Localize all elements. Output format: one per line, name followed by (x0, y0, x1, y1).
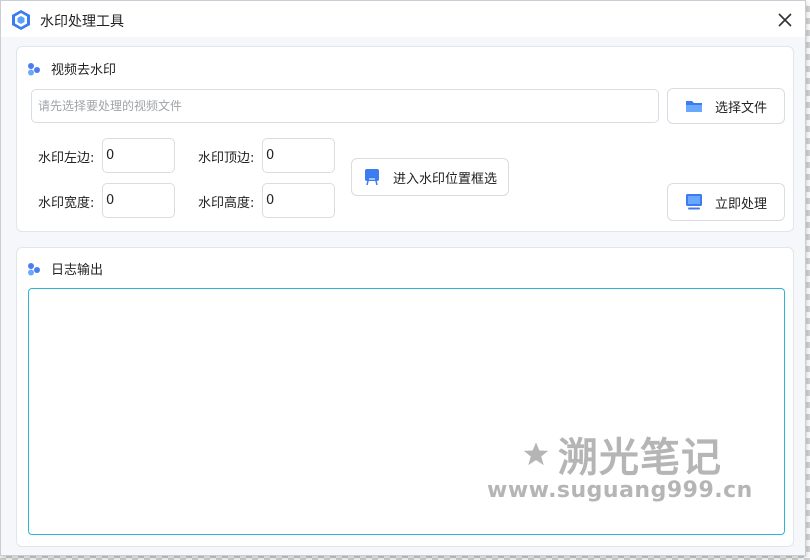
watermark-brand-text: 溯光笔记 (558, 435, 722, 481)
watermark-height-input[interactable] (262, 183, 335, 218)
select-file-button[interactable]: 选择文件 (667, 88, 785, 124)
close-button[interactable] (771, 7, 799, 33)
log-section-header: 日志输出 (27, 259, 103, 278)
monitor-icon (685, 194, 702, 210)
watermark-url: www.suguang999.cn (487, 478, 753, 503)
star-icon (523, 442, 549, 466)
close-icon (778, 13, 792, 27)
select-region-icon (364, 169, 379, 186)
watermark-left-input[interactable] (102, 138, 175, 173)
select-file-label: 选择文件 (714, 100, 767, 116)
process-now-button[interactable]: 立即处理 (667, 183, 785, 221)
video-watermark-panel: 视频去水印 选择文件 水印左边: 水印顶边: 水印宽度: 水印高度: 进入水印位… (16, 46, 794, 232)
video-section-header: 视频去水印 (27, 59, 116, 78)
watermark-width-input[interactable] (102, 183, 175, 218)
select-watermark-region-button[interactable]: 进入水印位置框选 (351, 158, 509, 196)
video-file-path-input[interactable] (31, 89, 659, 123)
app-logo-icon (12, 10, 30, 30)
select-watermark-region-label: 进入水印位置框选 (392, 171, 497, 187)
folder-icon (685, 101, 702, 112)
section-dots-icon (28, 262, 40, 275)
window-title: 水印处理工具 (40, 14, 124, 30)
video-section-title: 视频去水印 (51, 63, 117, 78)
log-section-title: 日志输出 (51, 263, 104, 278)
watermark-top-input[interactable] (262, 138, 335, 173)
watermark-width-label: 水印宽度: (38, 196, 95, 211)
watermark-height-label: 水印高度: (198, 196, 255, 211)
watermark-left-label: 水印左边: (38, 151, 95, 166)
watermark-top-label: 水印顶边: (198, 151, 255, 166)
watermark-brand: 溯光笔记 (522, 425, 722, 483)
title-bar: 水印处理工具 (1, 1, 805, 37)
section-dots-icon (28, 62, 40, 75)
process-now-label: 立即处理 (714, 196, 767, 212)
